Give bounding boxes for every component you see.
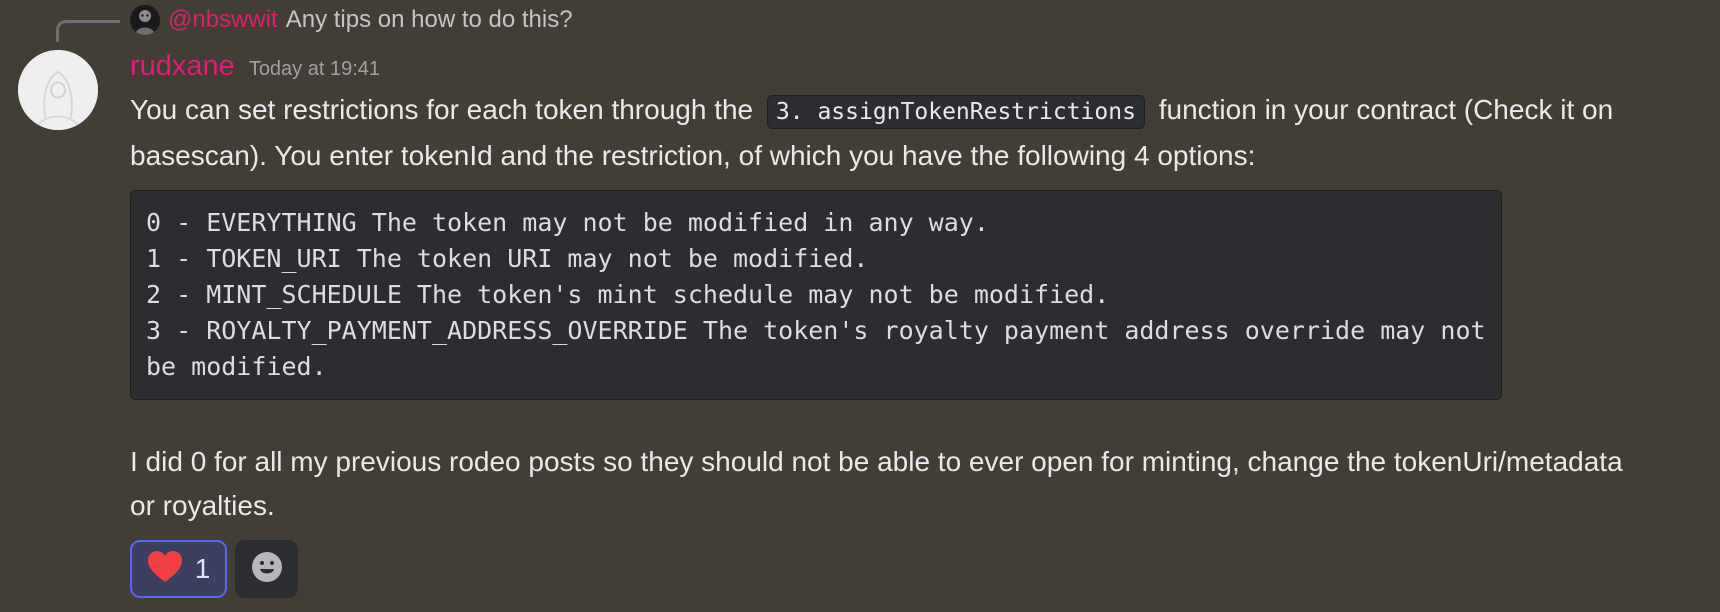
code-line: 1 - TOKEN_URI The token URI may not be m… <box>146 244 869 273</box>
message: rudxane Today at 19:41 You can set restr… <box>130 50 1630 598</box>
reactions-bar: 1 <box>130 540 1630 598</box>
message-paragraph-2: I did 0 for all my previous rodeo posts … <box>130 446 1623 521</box>
message-paragraph-1: You can set restrictions for each token … <box>130 88 1630 178</box>
paragraph-1-before: You can set restrictions for each token … <box>130 94 754 125</box>
timestamp[interactable]: Today at 19:41 <box>249 58 380 81</box>
inline-code: 3. assignTokenRestrictions <box>766 95 1145 129</box>
reply-connector <box>56 20 120 42</box>
code-line: 3 - ROYALTY_PAYMENT_ADDRESS_OVERRIDE The… <box>146 316 1501 381</box>
code-line: 0 - EVERYTHING The token may not be modi… <box>146 208 989 237</box>
add-reaction-button[interactable] <box>235 540 298 598</box>
code-line: 2 - MINT_SCHEDULE The token's mint sched… <box>146 280 1110 309</box>
reply-avatar[interactable] <box>130 5 160 35</box>
reply-text[interactable]: Any tips on how to do this? <box>286 6 573 34</box>
avatar[interactable] <box>18 50 98 130</box>
reaction-heart[interactable]: 1 <box>130 540 227 598</box>
reply-mention[interactable]: @nbswwit <box>168 6 278 34</box>
username[interactable]: rudxane <box>130 50 235 83</box>
reaction-count: 1 <box>194 553 211 584</box>
add-reaction-icon <box>251 551 283 588</box>
code-block: 0 - EVERYTHING The token may not be modi… <box>130 190 1502 400</box>
heart-icon <box>147 550 183 589</box>
reply-preview[interactable]: @nbswwit Any tips on how to do this? <box>130 2 573 38</box>
message-header: rudxane Today at 19:41 <box>130 50 1630 88</box>
